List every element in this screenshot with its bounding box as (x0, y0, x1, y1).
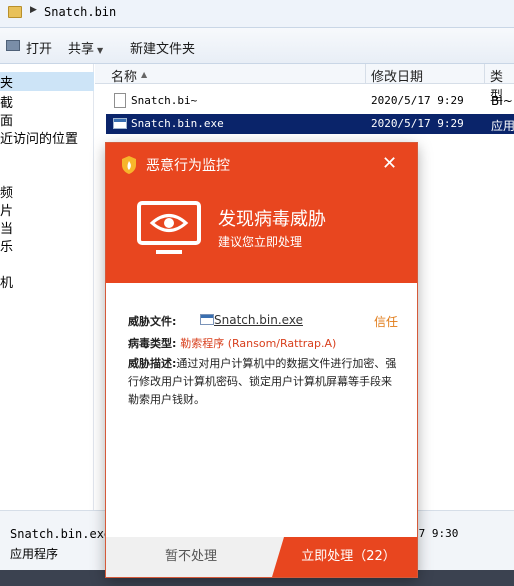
shield-flame-icon (122, 156, 136, 174)
threat-advice: 建议您立即处理 (218, 235, 303, 249)
nav-item-1[interactable]: 截 (0, 92, 13, 111)
folder-icon (8, 6, 22, 18)
document-icon (114, 93, 126, 108)
threat-file-row: 威胁文件: Snatch.bin.exe 信任 (128, 313, 408, 329)
navigation-pane: 夹 截 面 近访问的位置 频 片 当 乐 机 (0, 64, 94, 510)
selected-file-type: 应用程序 (10, 547, 59, 561)
file-date: 2020/5/17 9:29 (371, 94, 464, 107)
selected-file-date: 17 9:30 (412, 527, 459, 540)
address-path[interactable]: Snatch.bin (44, 5, 116, 19)
ignore-button[interactable]: 暂不处理 (106, 537, 276, 577)
nav-item-6[interactable]: 当 (0, 218, 13, 237)
column-name[interactable]: 名称 (111, 66, 137, 85)
threat-description-label: 威胁描述: (128, 357, 177, 370)
nav-item-0[interactable]: 夹 (0, 72, 94, 91)
file-name: Snatch.bin.exe (131, 117, 224, 130)
file-row-selected[interactable]: Snatch.bin.exe 2020/5/17 9:29 应用 (106, 114, 514, 134)
virus-type-value: 勒索程序 (Ransom/Rattrap.A) (180, 337, 337, 350)
share-label: 共享 (68, 42, 95, 57)
nav-item-2[interactable]: 面 (0, 110, 13, 129)
nav-item-5[interactable]: 片 (0, 200, 13, 219)
file-type: BI~ (491, 94, 513, 108)
virus-type-label: 病毒类型: (128, 337, 177, 350)
breadcrumb-arrow-icon[interactable]: ▶ (30, 5, 37, 15)
file-row[interactable]: Snatch.bi~ 2020/5/17 9:29 BI~ (106, 91, 514, 111)
threat-description-row: 威胁描述:通过对用户计算机中的数据文件进行加密、强行修改用户计算机密码、锁定用户… (128, 355, 400, 409)
address-bar[interactable]: ▶ Snatch.bin (0, 0, 514, 28)
file-type: 应用 (491, 119, 514, 133)
threat-file-label: 威胁文件: (128, 315, 177, 328)
toolbar: 打开 共享 ▼ 新建文件夹 (0, 28, 514, 64)
malware-alert-popup: 恶意行为监控 ✕ 发现病毒威胁 建议您立即处理 威胁文件: Snatch.bin… (106, 143, 417, 577)
chevron-down-icon: ▼ (97, 46, 104, 55)
file-name: Snatch.bi~ (131, 94, 198, 107)
column-divider[interactable] (365, 64, 366, 84)
selected-file-name: Snatch.bin.exe (10, 527, 112, 541)
handle-now-button[interactable]: 立即处理（22） (272, 537, 417, 577)
open-icon (6, 40, 20, 51)
nav-item-4[interactable]: 频 (0, 182, 13, 201)
column-date[interactable]: 修改日期 (371, 66, 423, 85)
file-date: 2020/5/17 9:29 (371, 117, 464, 130)
new-folder-button[interactable]: 新建文件夹 (130, 38, 195, 57)
nav-item-7[interactable]: 乐 (0, 236, 13, 255)
column-divider[interactable] (484, 64, 485, 84)
share-button[interactable]: 共享 ▼ (68, 38, 103, 57)
trust-button[interactable]: 信任 (374, 313, 398, 330)
popup-header: 恶意行为监控 ✕ 发现病毒威胁 建议您立即处理 (106, 143, 417, 283)
virus-type-row: 病毒类型: 勒索程序 (Ransom/Rattrap.A) (128, 335, 336, 351)
application-icon (200, 314, 214, 325)
open-button[interactable]: 打开 (26, 38, 52, 57)
popup-title: 恶意行为监控 (146, 158, 230, 174)
nav-item-computer[interactable]: 机 (0, 272, 13, 291)
file-list-header: 名称 ▲ 修改日期 类型 (95, 64, 514, 104)
threat-file-link[interactable]: Snatch.bin.exe (214, 313, 303, 327)
close-icon[interactable]: ✕ (382, 153, 397, 174)
monitor-eye-icon (137, 201, 201, 254)
nav-item-recent[interactable]: 近访问的位置 (0, 128, 78, 147)
sort-ascending-icon: ▲ (141, 70, 148, 79)
popup-footer: 暂不处理 立即处理（22） (106, 537, 417, 577)
popup-body: 威胁文件: Snatch.bin.exe 信任 病毒类型: 勒索程序 (Rans… (106, 283, 417, 537)
application-icon (113, 118, 127, 129)
threat-alert-heading: 发现病毒威胁 (218, 209, 326, 230)
